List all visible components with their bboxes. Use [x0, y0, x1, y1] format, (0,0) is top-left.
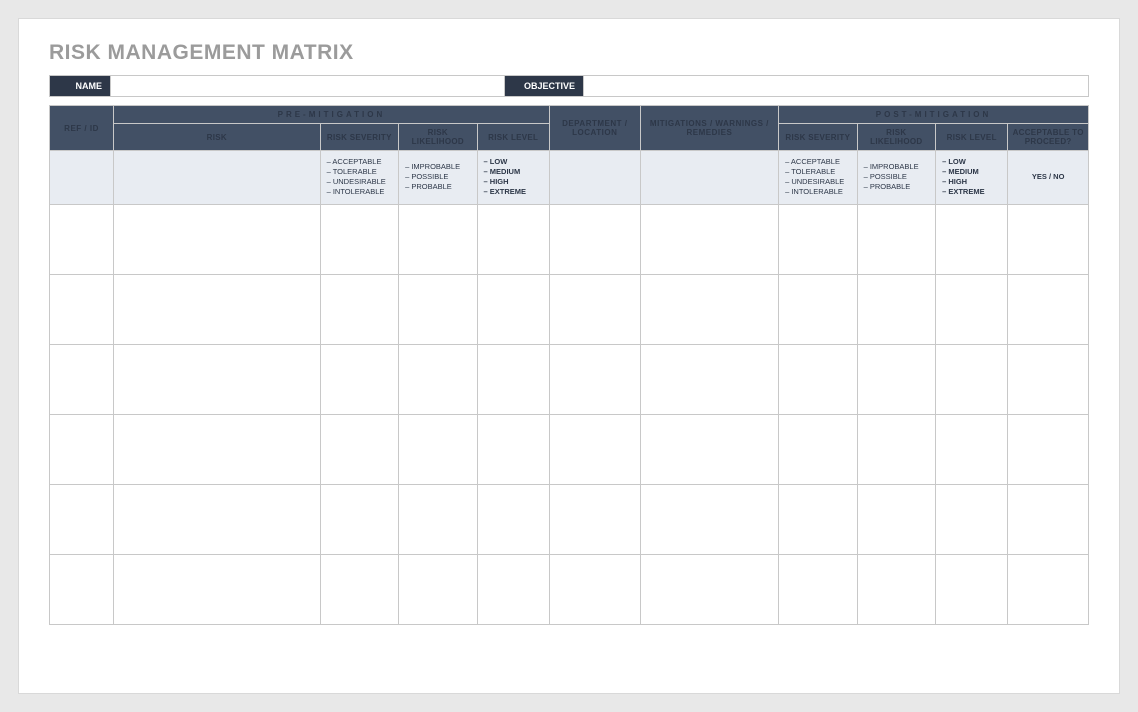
table-row	[50, 484, 1089, 554]
th-risk-likelihood: RISK LIKELIHOOD	[399, 124, 477, 151]
th-ref: REF / ID	[50, 106, 114, 151]
desc-post-severity: – ACCEPTABLE – TOLERABLE – UNDESIRABLE –…	[779, 151, 857, 205]
table-row	[50, 554, 1089, 624]
desc-post-likelihood: – IMPROBABLE – POSSIBLE – PROBABLE	[857, 151, 935, 205]
table-row	[50, 414, 1089, 484]
th-pre-group: PRE-MITIGATION	[114, 106, 550, 124]
table-row	[50, 344, 1089, 414]
name-label: NAME	[50, 76, 110, 96]
th-risk: RISK	[114, 124, 321, 151]
desc-department	[549, 151, 640, 205]
desc-ref	[50, 151, 114, 205]
table-row	[50, 204, 1089, 274]
table-row	[50, 274, 1089, 344]
th-acceptable: ACCEPTABLE TO PROCEED?	[1008, 124, 1089, 151]
objective-label: OBJECTIVE	[505, 76, 583, 96]
desc-mitigations	[640, 151, 778, 205]
th-post-group: POST-MITIGATION	[779, 106, 1089, 124]
th-post-risk-level: RISK LEVEL	[936, 124, 1008, 151]
desc-post-level: – LOW – MEDIUM – HIGH – EXTREME	[936, 151, 1008, 205]
th-post-risk-likelihood: RISK LIKELIHOOD	[857, 124, 935, 151]
th-department: DEPARTMENT / LOCATION	[549, 106, 640, 151]
th-risk-level: RISK LEVEL	[477, 124, 549, 151]
risk-matrix-table: REF / ID PRE-MITIGATION DEPARTMENT / LOC…	[49, 105, 1089, 625]
desc-likelihood: – IMPROBABLE – POSSIBLE – PROBABLE	[399, 151, 477, 205]
header-bar: NAME OBJECTIVE	[49, 75, 1089, 97]
desc-level: – LOW – MEDIUM – HIGH – EXTREME	[477, 151, 549, 205]
desc-acceptable: YES / NO	[1008, 151, 1089, 205]
name-field[interactable]	[110, 76, 505, 96]
th-risk-severity: RISK SEVERITY	[320, 124, 398, 151]
descriptor-row: – ACCEPTABLE – TOLERABLE – UNDESIRABLE –…	[50, 151, 1089, 205]
document-page: RISK MANAGEMENT MATRIX NAME OBJECTIVE RE…	[18, 18, 1120, 694]
objective-field[interactable]	[583, 76, 1088, 96]
th-mitigations: MITIGATIONS / WARNINGS / REMEDIES	[640, 106, 778, 151]
th-post-risk-severity: RISK SEVERITY	[779, 124, 857, 151]
desc-risk	[114, 151, 321, 205]
page-title: RISK MANAGEMENT MATRIX	[49, 41, 1089, 65]
desc-severity: – ACCEPTABLE – TOLERABLE – UNDESIRABLE –…	[320, 151, 398, 205]
